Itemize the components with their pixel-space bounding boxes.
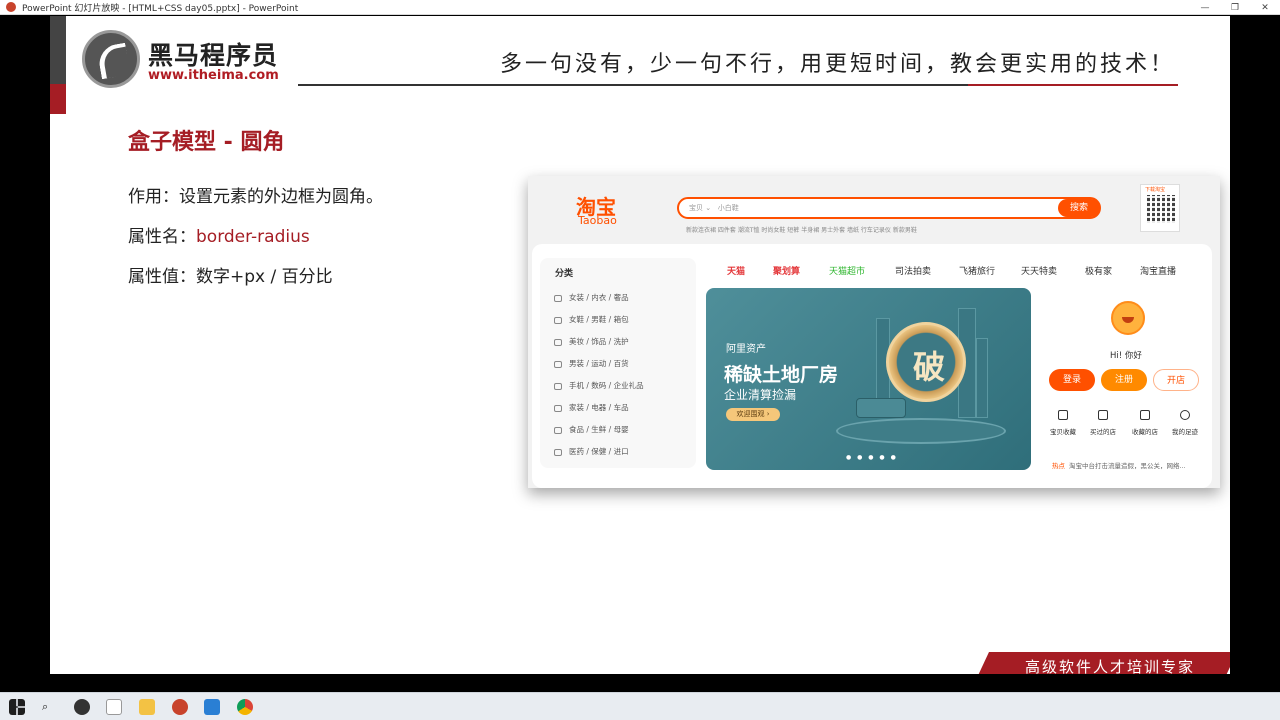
login-button: 登录 bbox=[1049, 369, 1095, 391]
taobao-search-box: 宝贝 ⌄ 小白鞋 bbox=[677, 197, 1101, 219]
logo-url: www.itheima.com bbox=[148, 68, 279, 83]
chrome-icon[interactable] bbox=[237, 699, 253, 715]
restore-button[interactable]: ❐ bbox=[1220, 0, 1250, 15]
slogan: 多一句没有，少一句不行，用更短时间，教会更实用的技术！ bbox=[500, 52, 1176, 77]
line-label: 属性名： bbox=[128, 227, 196, 247]
nav-item: 天猫超市 bbox=[829, 267, 866, 277]
powerpoint-taskbar-icon[interactable] bbox=[172, 699, 188, 715]
hot-words: 新款连衣裙 四件套 潮流T恤 时尚女鞋 短裤 半身裙 男士外套 墙纸 行车记录仪… bbox=[686, 227, 917, 234]
clock-icon bbox=[1180, 410, 1190, 420]
line-label: 作用： bbox=[128, 187, 179, 207]
category-item: 食品 / 生鲜 / 母婴 bbox=[554, 424, 629, 435]
nav-item: 极有家 bbox=[1085, 267, 1113, 277]
shop-icon bbox=[1098, 410, 1108, 420]
category-item: 男装 / 运动 / 百货 bbox=[554, 358, 629, 369]
vscode-icon[interactable] bbox=[204, 699, 220, 715]
window-titlebar: PowerPoint 幻灯片放映 - [HTML+CSS day05.pptx]… bbox=[0, 0, 1280, 15]
category-item: 家装 / 电器 / 车品 bbox=[554, 402, 629, 413]
slide-left-accent bbox=[50, 84, 66, 114]
category-icon bbox=[554, 294, 562, 302]
powerpoint-icon bbox=[6, 2, 16, 12]
category-icon bbox=[554, 338, 562, 346]
text-line: 属性值：数字+px / 百分比 bbox=[128, 262, 333, 287]
category-item: 手机 / 数码 / 企业礼品 bbox=[554, 380, 644, 391]
category-item: 女装 / 内衣 / 奢品 bbox=[554, 292, 629, 303]
typora-icon[interactable] bbox=[106, 699, 122, 715]
nav-item: 天天特卖 bbox=[1021, 267, 1058, 277]
category-icon bbox=[554, 382, 562, 390]
banner-button: 欢迎围观 › bbox=[726, 408, 780, 421]
banner-subtitle: 企业清算捡漏 bbox=[724, 388, 797, 402]
open-shop-button: 开店 bbox=[1153, 369, 1199, 391]
file-explorer-icon[interactable] bbox=[139, 699, 155, 715]
service-item: 买过的店 bbox=[1083, 410, 1123, 436]
line-value: 数字+px / 百分比 bbox=[196, 267, 333, 287]
category-icon bbox=[554, 404, 562, 412]
service-item: 宝贝收藏 bbox=[1043, 410, 1083, 436]
obs-icon[interactable] bbox=[74, 699, 90, 715]
carousel-dots: ● ● ● ● ● bbox=[846, 454, 898, 461]
windows-taskbar: ⌕ bbox=[0, 692, 1280, 720]
search-icon[interactable]: ⌕ bbox=[42, 700, 48, 714]
qr-code-icon: 下载淘宝 bbox=[1140, 184, 1180, 232]
category-title: 分类 bbox=[555, 269, 574, 279]
line-label: 属性值： bbox=[128, 267, 196, 287]
minimize-button[interactable]: — bbox=[1190, 0, 1220, 15]
text-line: 作用：设置元素的外边框为圆角。 bbox=[128, 182, 383, 207]
itheima-logo-icon bbox=[82, 30, 140, 88]
category-icon bbox=[554, 316, 562, 324]
greeting: Hi! 你好 bbox=[1110, 351, 1142, 361]
category-item: 美妆 / 饰品 / 洗护 bbox=[554, 336, 629, 347]
banner-brand: 阿里资产 bbox=[726, 344, 766, 355]
service-item: 收藏的店 bbox=[1125, 410, 1165, 436]
category-item: 女鞋 / 男鞋 / 箱包 bbox=[554, 314, 629, 325]
category-icon bbox=[554, 448, 562, 456]
nav-item: 飞猪旅行 bbox=[959, 267, 996, 277]
qr-label: 下载淘宝 bbox=[1145, 187, 1166, 193]
taobao-logo-en: Taobao bbox=[578, 214, 617, 227]
banner-base bbox=[836, 418, 1006, 444]
nav-item: 淘宝直播 bbox=[1140, 267, 1177, 277]
taobao-screenshot: 淘宝 Taobao 宝贝 ⌄ 小白鞋 搜索 新款连衣裙 四件套 潮流T恤 时尚女… bbox=[528, 176, 1220, 488]
line-value: 设置元素的外边框为圆角。 bbox=[179, 187, 383, 207]
window-title: PowerPoint 幻灯片放映 - [HTML+CSS day05.pptx]… bbox=[22, 3, 299, 14]
category-icon bbox=[554, 360, 562, 368]
category-icon bbox=[554, 426, 562, 434]
news-line: 热点 淘宝中台打击流量造假，黑公关，网络... bbox=[1052, 462, 1186, 470]
taobao-search-button: 搜索 bbox=[1058, 199, 1100, 217]
store-icon bbox=[1140, 410, 1150, 420]
banner-headline: 稀缺土地厂房 bbox=[724, 364, 839, 386]
promo-banner: 破 阿里资产 稀缺土地厂房 企业清算捡漏 欢迎围观 › ● ● ● ● ● bbox=[706, 288, 1031, 470]
text-line: 属性名：border-radius bbox=[128, 222, 310, 247]
footer-banner-text: 高级软件人才培训专家 bbox=[1025, 658, 1196, 674]
star-icon bbox=[1058, 410, 1068, 420]
slide[interactable]: 黑马程序员 www.itheima.com 多一句没有，少一句不行，用更短时间，… bbox=[50, 16, 1230, 674]
search-placeholder: 小白鞋 bbox=[717, 204, 739, 212]
service-item: 我的足迹 bbox=[1165, 410, 1205, 436]
avatar-icon bbox=[1111, 301, 1145, 335]
search-tag: 宝贝 ⌄ 小白鞋 bbox=[689, 204, 739, 212]
slide-title: 盒子模型 - 圆角 bbox=[128, 130, 285, 155]
slide-left-bar bbox=[50, 16, 66, 84]
news-tag: 热点 bbox=[1052, 462, 1065, 470]
header-divider-accent bbox=[968, 84, 1178, 86]
close-button[interactable]: ✕ bbox=[1250, 0, 1280, 15]
nav-item: 司法拍卖 bbox=[895, 267, 932, 277]
category-item: 医药 / 保健 / 进口 bbox=[554, 446, 629, 457]
register-button: 注册 bbox=[1101, 369, 1147, 391]
coin-icon: 破 bbox=[886, 322, 966, 402]
car-icon bbox=[856, 398, 906, 418]
logo-text: 黑马程序员 bbox=[148, 41, 279, 70]
line-value: border-radius bbox=[196, 227, 310, 247]
start-icon[interactable] bbox=[9, 699, 25, 715]
nav-item: 聚划算 bbox=[773, 267, 801, 277]
nav-item: 天猫 bbox=[727, 267, 746, 277]
